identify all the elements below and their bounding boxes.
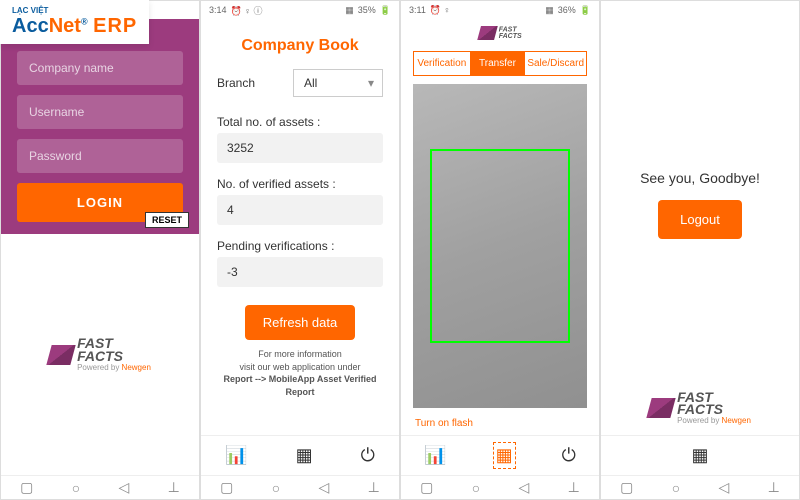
scan-tab-icon[interactable]: ▦ <box>691 445 708 466</box>
dashboard-tab-icon[interactable]: 📊 <box>225 445 247 466</box>
verified-assets-label: No. of verified assets : <box>217 177 383 191</box>
nav-home-icon[interactable]: ○ <box>272 480 280 496</box>
android-navbar: ▢ ○ ◁ ⊥ <box>201 475 399 499</box>
total-assets-label: Total no. of assets : <box>217 115 383 129</box>
nav-back-icon[interactable]: ◁ <box>319 479 330 496</box>
nav-accessibility-icon[interactable]: ⊥ <box>568 479 580 496</box>
nav-recent-icon[interactable]: ▢ <box>220 479 233 496</box>
total-assets-value: 3252 <box>217 133 383 163</box>
fastfacts-logo: FASTFACTS Powered by Newgen <box>49 337 151 371</box>
lacviet-text: LẠC VIỆT <box>12 6 137 15</box>
pending-verifications-label: Pending verifications : <box>217 239 383 253</box>
branch-label: Branch <box>217 76 255 90</box>
page-title: Company Book <box>217 37 383 55</box>
phone-screen-companybook: 3:14 ⏰ ♀ ⓘ ▦ 35% 🔋 Company Book Branch A… <box>200 0 400 500</box>
password-input[interactable] <box>17 139 183 173</box>
logout-tab-icon[interactable]: ⏻ <box>361 445 375 466</box>
fastfacts-logo: FASTFACTS Powered by Newgen <box>649 391 751 425</box>
android-navbar: ▢ ○ ◁ ⊥ <box>1 475 199 499</box>
camera-preview <box>413 84 587 408</box>
tab-sale-discard[interactable]: Sale/Discard <box>525 52 586 75</box>
nav-recent-icon[interactable]: ▢ <box>620 479 633 496</box>
fastfacts-logo: FASTFACTS <box>479 26 522 40</box>
branch-select[interactable]: All <box>293 69 383 97</box>
username-input[interactable] <box>17 95 183 129</box>
statusbar: 3:14 ⏰ ♀ ⓘ ▦ 35% 🔋 <box>201 1 399 19</box>
logout-tab-icon[interactable]: ⏻ <box>562 445 576 466</box>
nav-home-icon[interactable]: ○ <box>472 480 480 496</box>
nav-home-icon[interactable]: ○ <box>672 480 680 496</box>
nav-recent-icon[interactable]: ▢ <box>20 479 33 496</box>
android-navbar: ▢ ○ ◁ ⊥ <box>601 475 799 499</box>
nav-accessibility-icon[interactable]: ⊥ <box>768 479 780 496</box>
nav-home-icon[interactable]: ○ <box>72 480 80 496</box>
brand-area: FASTFACTS Powered by Newgen <box>1 234 199 475</box>
tab-transfer[interactable]: Transfer <box>470 52 526 75</box>
dashboard-tab-icon[interactable]: 📊 <box>424 445 446 466</box>
more-info-text: For more information visit our web appli… <box>217 348 383 398</box>
scan-frame <box>430 149 569 343</box>
nav-accessibility-icon[interactable]: ⊥ <box>368 479 380 496</box>
phone-screen-scanner: 3:11 ⏰ ♀ ▦ 36% 🔋 FASTFACTS Verification … <box>400 0 600 500</box>
logout-button[interactable]: Logout <box>658 200 742 239</box>
scan-tab-icon[interactable]: ▦ <box>296 445 313 466</box>
nav-back-icon[interactable]: ◁ <box>719 479 730 496</box>
phone-screen-login: LOGIN RESET FASTFACTS Powered by Newgen … <box>0 0 200 500</box>
accnet-text: AccNet® ERP <box>12 15 137 38</box>
bottom-tabs: 📊 ▦ ⏻ <box>201 435 399 475</box>
scan-tab-icon[interactable]: ▦ <box>493 442 516 469</box>
tab-verification[interactable]: Verification <box>414 52 470 75</box>
fastfacts-mark-icon <box>46 345 75 365</box>
nav-recent-icon[interactable]: ▢ <box>420 479 433 496</box>
statusbar: 3:11 ⏰ ♀ ▦ 36% 🔋 <box>401 1 599 19</box>
android-navbar: ▢ ○ ◁ ⊥ <box>401 475 599 499</box>
flash-toggle[interactable]: Turn on flash <box>401 412 599 435</box>
bottom-tabs: . ▦ . <box>601 435 799 475</box>
nav-back-icon[interactable]: ◁ <box>119 479 130 496</box>
scan-mode-tabs: Verification Transfer Sale/Discard <box>413 51 587 76</box>
statusbar <box>601 1 799 19</box>
nav-back-icon[interactable]: ◁ <box>519 479 530 496</box>
verified-assets-value: 4 <box>217 195 383 225</box>
phone-screen-logout: See you, Goodbye! Logout FASTFACTS Power… <box>600 0 800 500</box>
reset-button[interactable]: RESET <box>145 212 189 228</box>
bottom-tabs: 📊 ▦ ⏻ <box>401 435 599 475</box>
nav-accessibility-icon[interactable]: ⊥ <box>168 479 180 496</box>
refresh-button[interactable]: Refresh data <box>245 305 355 340</box>
login-card: LOGIN RESET <box>1 19 199 234</box>
company-input[interactable] <box>17 51 183 85</box>
fastfacts-mark-icon <box>477 26 498 40</box>
fastfacts-mark-icon <box>646 398 675 418</box>
goodbye-text: See you, Goodbye! <box>640 170 760 186</box>
accnet-logo-overlay: LẠC VIỆT AccNet® ERP <box>0 0 149 44</box>
pending-verifications-value: -3 <box>217 257 383 287</box>
